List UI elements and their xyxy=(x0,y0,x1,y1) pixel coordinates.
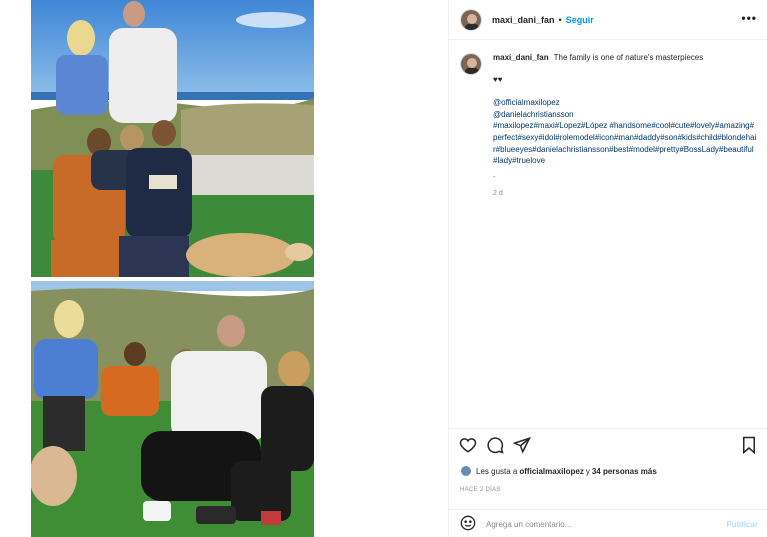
share-icon[interactable] xyxy=(512,436,531,454)
caption-hashtags[interactable]: #maxilopez#maxi#Lopez#López #handsome#co… xyxy=(493,120,757,166)
post-timestamp: HACE 2 DÍAS xyxy=(460,487,501,493)
likes-prefix: Les gusta a xyxy=(476,466,518,476)
likes-others[interactable]: 34 personas más xyxy=(592,467,657,476)
follow-button[interactable]: Seguir xyxy=(566,15,594,25)
caption-dot: . xyxy=(493,169,496,179)
family-photo-bottom xyxy=(31,281,314,537)
liker-avatar[interactable] xyxy=(460,465,472,477)
publish-button[interactable]: Publicar xyxy=(726,520,758,529)
caption-avatar[interactable] xyxy=(460,53,482,75)
post-photo-bottom[interactable] xyxy=(31,281,314,537)
emoji-icon[interactable] xyxy=(460,515,478,533)
avatar[interactable] xyxy=(460,8,482,31)
likes-user[interactable]: officialmaxilopez xyxy=(519,467,583,476)
comment-input[interactable] xyxy=(486,519,706,529)
more-icon[interactable]: ••• xyxy=(741,11,757,25)
avatar-image xyxy=(461,9,481,30)
post-side-panel: maxi_dani_fan • Seguir ••• maxi_dani_fan… xyxy=(448,0,767,537)
likes-middle: y xyxy=(585,466,590,476)
photo-panel xyxy=(0,0,448,537)
caption-body: maxi_dani_fan The family is one of natur… xyxy=(493,52,757,200)
likes-summary: Les gusta a officialmaxilopez y 34 perso… xyxy=(460,465,659,477)
comment-bar: Publicar xyxy=(449,509,767,537)
caption-age: 2 d xyxy=(493,190,503,198)
caption-avatar-image xyxy=(461,54,481,74)
family-photo-top xyxy=(31,0,314,277)
post-photo-top[interactable] xyxy=(31,0,314,277)
caption-username[interactable]: maxi_dani_fan xyxy=(493,53,549,62)
mention-danielachristiansson[interactable]: @danielachristiansson xyxy=(493,109,757,121)
comment-icon[interactable] xyxy=(486,436,504,454)
caption: maxi_dani_fan The family is one of natur… xyxy=(449,40,767,200)
bookmark-icon[interactable] xyxy=(740,436,758,455)
post-header: maxi_dani_fan • Seguir ••• xyxy=(449,0,767,40)
post-actions: Les gusta a officialmaxilopez y 34 perso… xyxy=(449,428,767,537)
mention-officialmaxilopez[interactable]: @officialmaxilopez xyxy=(493,97,757,109)
heart-icon[interactable] xyxy=(459,436,477,454)
caption-hearts: ♥♥ xyxy=(493,74,503,84)
separator-dot: • xyxy=(558,14,562,25)
post-username[interactable]: maxi_dani_fan xyxy=(492,15,555,25)
caption-text: The family is one of nature's masterpiec… xyxy=(553,53,704,62)
action-icons xyxy=(459,436,531,454)
